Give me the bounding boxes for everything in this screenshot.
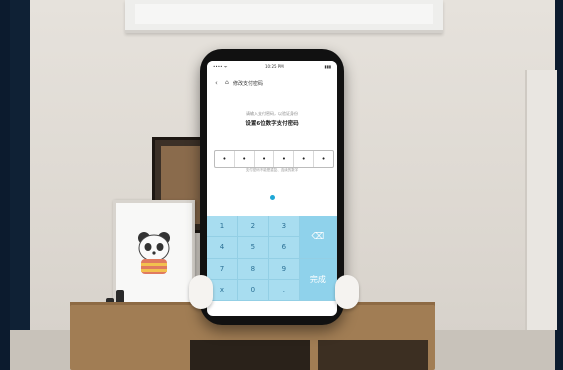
- key-6[interactable]: 6: [268, 237, 300, 259]
- pin-digit: •: [294, 151, 315, 167]
- key-8[interactable]: 8: [237, 258, 269, 280]
- battery-icon: ▮▮▮: [324, 64, 331, 69]
- door: [525, 70, 557, 330]
- key-5[interactable]: 5: [237, 237, 269, 259]
- instruction-small: 请输入支付密码，以验证身份: [246, 111, 298, 116]
- photo-frame: •••• ᯤ 10:25 PM ▮▮▮ ‹ ⌂ 修改支付密码 请输入支付密码，以…: [0, 0, 563, 370]
- cabinet-slot-right: [318, 340, 428, 370]
- status-time: 10:25 PM: [265, 64, 284, 69]
- key-2[interactable]: 2: [237, 216, 269, 238]
- app-bar: ‹ ⌂ 修改支付密码: [207, 75, 337, 91]
- done-button[interactable]: 完成: [299, 258, 337, 301]
- key-7[interactable]: 7: [207, 258, 238, 280]
- status-bar: •••• ᯤ 10:25 PM ▮▮▮: [207, 61, 337, 73]
- key-1[interactable]: 1: [207, 216, 238, 238]
- phone-screen: •••• ᯤ 10:25 PM ▮▮▮ ‹ ⌂ 修改支付密码 请输入支付密码，以…: [207, 61, 337, 316]
- key-4[interactable]: 4: [207, 237, 238, 259]
- key-dot[interactable]: .: [268, 279, 300, 301]
- cabinet-slot: [190, 340, 310, 370]
- right-hand: [335, 275, 359, 309]
- smartphone: •••• ᯤ 10:25 PM ▮▮▮ ‹ ⌂ 修改支付密码 请输入支付密码，以…: [200, 49, 344, 325]
- delete-icon[interactable]: ⌫: [299, 216, 337, 259]
- projector-screen: [125, 0, 443, 33]
- pin-digit: •: [321, 155, 326, 163]
- key-9[interactable]: 9: [268, 258, 300, 280]
- left-hand: [189, 275, 213, 309]
- key-0[interactable]: 0: [237, 279, 269, 301]
- back-icon[interactable]: ‹: [215, 79, 218, 87]
- pin-rule-hint: 支付密码不能是重复、连续的数字: [245, 168, 299, 172]
- home-icon[interactable]: ⌂: [225, 79, 229, 86]
- left-shadow: [10, 0, 30, 370]
- pin-digit: •: [274, 151, 295, 167]
- loading-indicator: [270, 195, 275, 200]
- numeric-keypad: 1 2 3 4 5 6 7 8 9 x 0 . ⌫ 完成: [207, 216, 337, 301]
- panda-illustration: [138, 232, 170, 274]
- pin-digit: •: [255, 151, 275, 167]
- signal-indicator: •••• ᯤ: [213, 64, 228, 69]
- instruction-main: 设置6位数字支付密码: [245, 121, 299, 127]
- page-title: 修改支付密码: [233, 81, 264, 87]
- key-3[interactable]: 3: [268, 216, 300, 238]
- pin-digit: •: [215, 151, 235, 167]
- pin-digit: •: [235, 151, 255, 167]
- pin-input[interactable]: • • • • • •: [214, 150, 334, 168]
